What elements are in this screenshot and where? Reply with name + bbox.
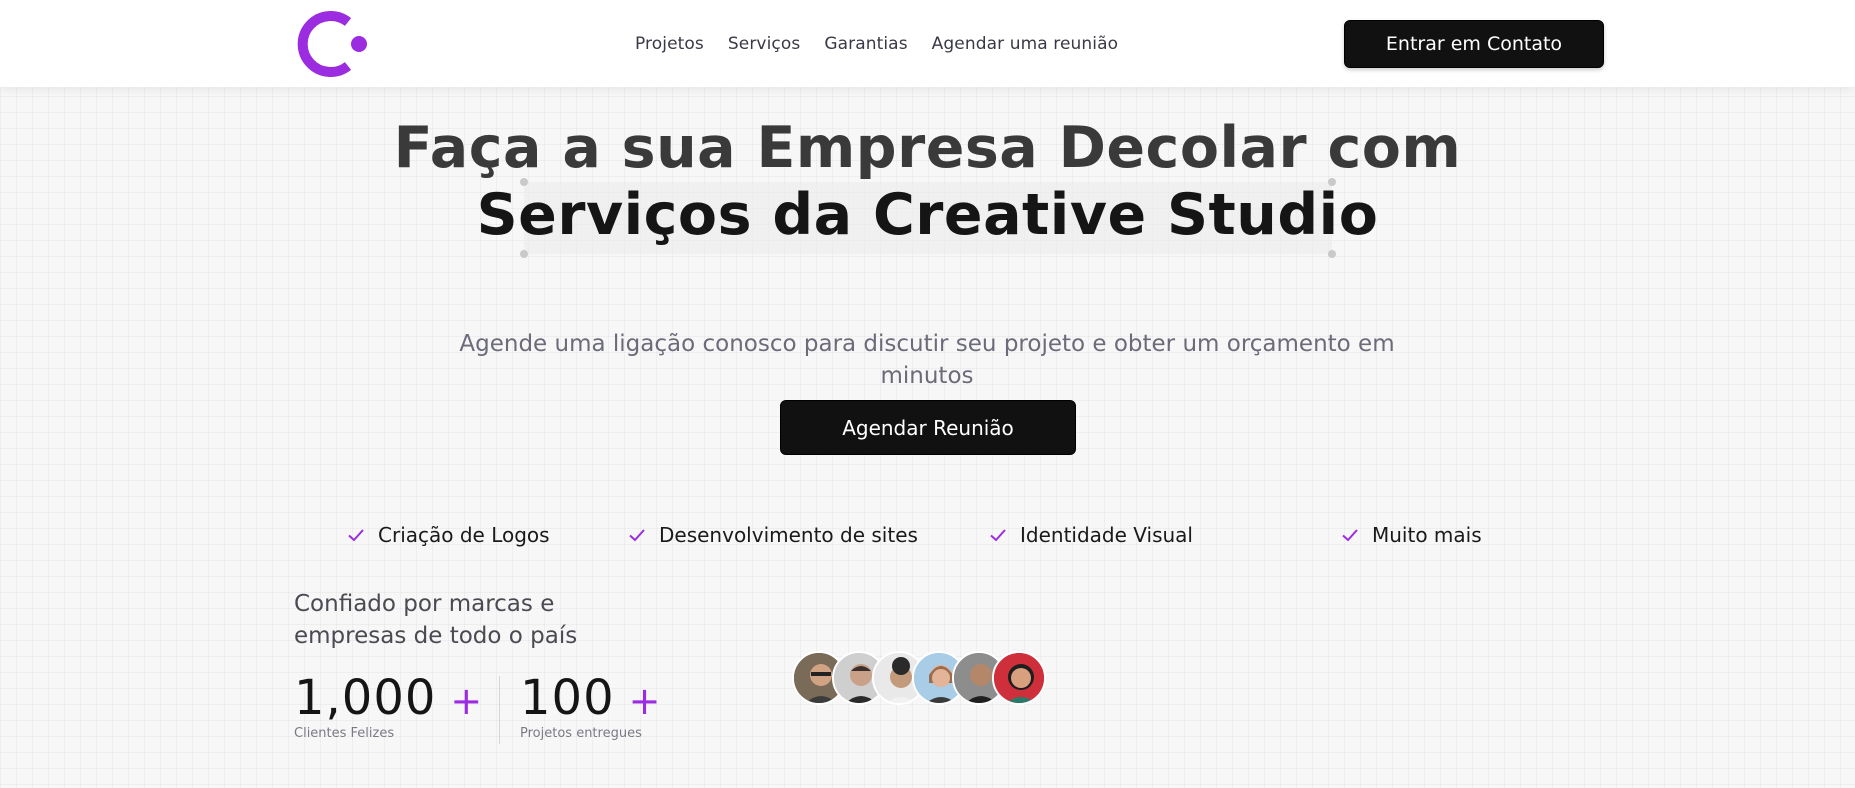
avatar	[992, 651, 1046, 705]
feature-label: Desenvolvimento de sites	[659, 523, 918, 547]
feature-label: Identidade Visual	[1020, 523, 1193, 547]
feature-item: Muito mais	[1340, 520, 1482, 550]
feature-item: Identidade Visual	[988, 520, 1193, 550]
selection-handle	[520, 250, 528, 258]
nav-agendar-reuniao[interactable]: Agendar uma reunião	[932, 34, 1118, 54]
hero-title-line1: Faça a sua Empresa Decolar com	[393, 115, 1462, 181]
brand-logo[interactable]	[296, 8, 370, 80]
hero-title-line2: Serviços da Creative Studio	[476, 182, 1379, 248]
main-nav: Projetos Serviços Garantias Agendar uma …	[635, 0, 1118, 87]
check-icon	[990, 529, 1006, 542]
feature-item: Criação de Logos	[346, 520, 550, 550]
feature-label: Criação de Logos	[378, 523, 550, 547]
stat-plus: +	[628, 679, 661, 723]
contact-button[interactable]: Entrar em Contato	[1344, 20, 1604, 68]
check-icon	[1342, 529, 1358, 542]
hero-subtitle: Agende uma ligação conosco para discutir…	[459, 331, 1395, 389]
check-icon	[348, 529, 364, 542]
stat-value: 1,000	[294, 670, 437, 726]
schedule-meeting-button[interactable]: Agendar Reunião	[780, 400, 1076, 455]
check-icon	[629, 529, 645, 542]
stat-divider	[499, 676, 500, 744]
site-header: Projetos Serviços Garantias Agendar uma …	[0, 0, 1855, 87]
feature-label: Muito mais	[1372, 523, 1482, 547]
stat-happy-clients: 1,000 + Clientes Felizes	[294, 672, 482, 741]
stat-label: Clientes Felizes	[294, 726, 395, 741]
stat-label: Projetos entregues	[520, 726, 642, 741]
nav-projetos[interactable]: Projetos	[635, 34, 704, 54]
stat-plus: +	[450, 679, 483, 723]
nav-garantias[interactable]: Garantias	[824, 34, 907, 54]
nav-servicos[interactable]: Serviços	[728, 34, 800, 54]
trust-text: Confiado por marcas e empresas de todo o…	[294, 591, 578, 649]
feature-item: Desenvolvimento de sites	[627, 520, 918, 550]
stat-projects-delivered: 100 + Projetos entregues	[520, 672, 660, 741]
selection-handle	[1328, 250, 1336, 258]
stat-value: 100	[520, 670, 615, 726]
